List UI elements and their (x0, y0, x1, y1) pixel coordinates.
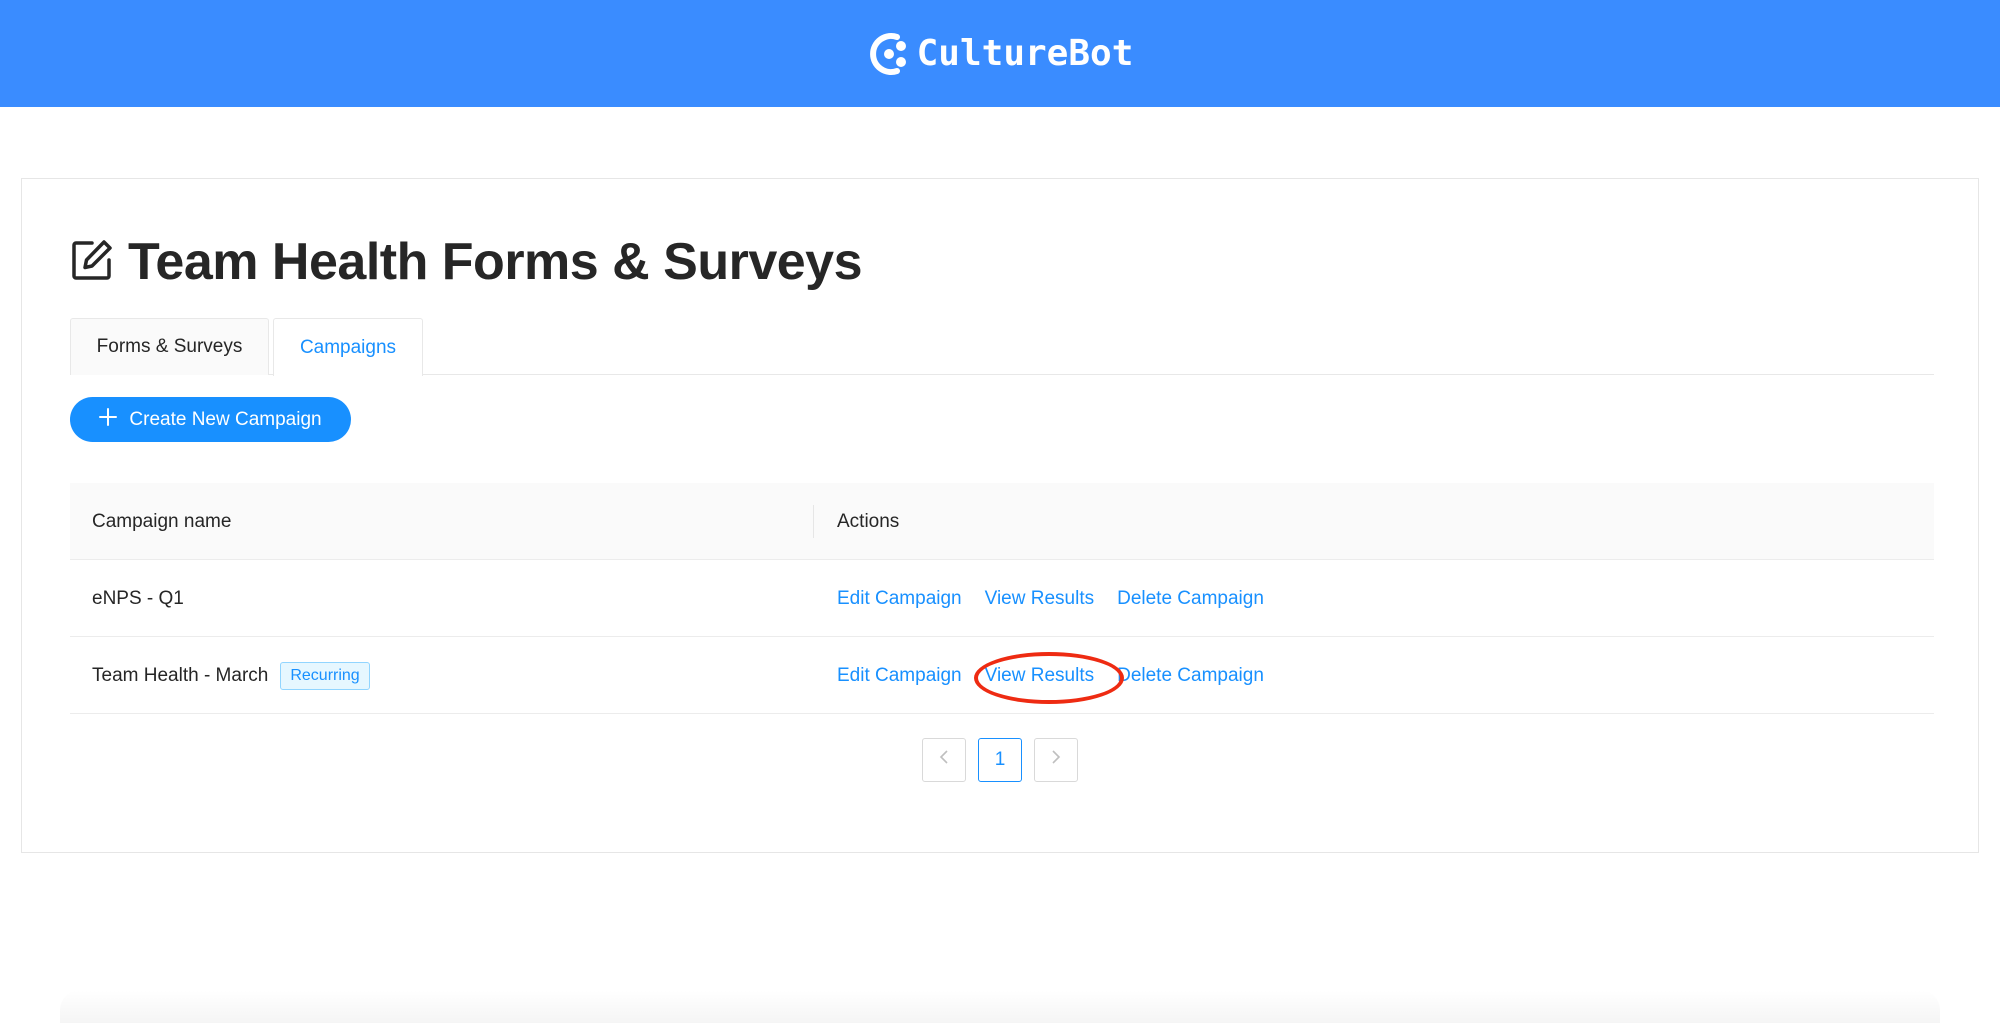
edit-icon (70, 238, 114, 287)
delete-campaign-link[interactable]: Delete Campaign (1117, 665, 1264, 687)
table-header: Campaign name Actions (70, 483, 1934, 560)
tab-campaigns[interactable]: Campaigns (273, 318, 423, 376)
campaign-name-cell: eNPS - Q1 (92, 560, 184, 637)
top-bar: CultureBot (0, 0, 2000, 107)
chevron-right-icon (1050, 749, 1062, 771)
column-header-actions: Actions (837, 510, 900, 532)
bottom-shadow (60, 990, 1940, 1023)
highlight-annotation-ring (974, 652, 1124, 704)
brand[interactable]: CultureBot (867, 29, 1134, 79)
create-campaign-label: Create New Campaign (129, 408, 322, 430)
page-header: Team Health Forms & Surveys (70, 228, 863, 296)
campaign-name: Team Health - March (92, 664, 269, 686)
campaign-name-cell: Team Health - March Recurring (92, 637, 370, 714)
edit-campaign-link[interactable]: Edit Campaign (837, 588, 962, 610)
table-row: eNPS - Q1 Edit Campaign View Results Del… (70, 560, 1934, 637)
tab-bar: Forms & Surveys Campaigns (70, 318, 1934, 376)
brand-name: CultureBot (916, 33, 1134, 74)
edit-campaign-link[interactable]: Edit Campaign (837, 665, 962, 687)
view-results-link[interactable]: View Results (985, 588, 1094, 610)
campaign-name: eNPS - Q1 (92, 587, 184, 609)
tab-forms-surveys[interactable]: Forms & Surveys (70, 318, 269, 375)
chevron-left-icon (938, 749, 950, 771)
delete-campaign-link[interactable]: Delete Campaign (1117, 588, 1264, 610)
actions-cell: Edit Campaign View Results Delete Campai… (837, 560, 1287, 637)
column-divider (813, 505, 814, 538)
recurring-tag: Recurring (280, 661, 370, 690)
pagination-prev-button[interactable] (922, 738, 966, 782)
pagination-next-button[interactable] (1034, 738, 1078, 782)
culturebot-logo-icon (867, 29, 911, 79)
page-title: Team Health Forms & Surveys (128, 233, 863, 291)
pagination-page-1[interactable]: 1 (978, 738, 1022, 782)
column-header-campaign-name: Campaign name (92, 510, 232, 532)
create-campaign-button[interactable]: Create New Campaign (70, 397, 351, 442)
plus-icon (99, 407, 118, 432)
